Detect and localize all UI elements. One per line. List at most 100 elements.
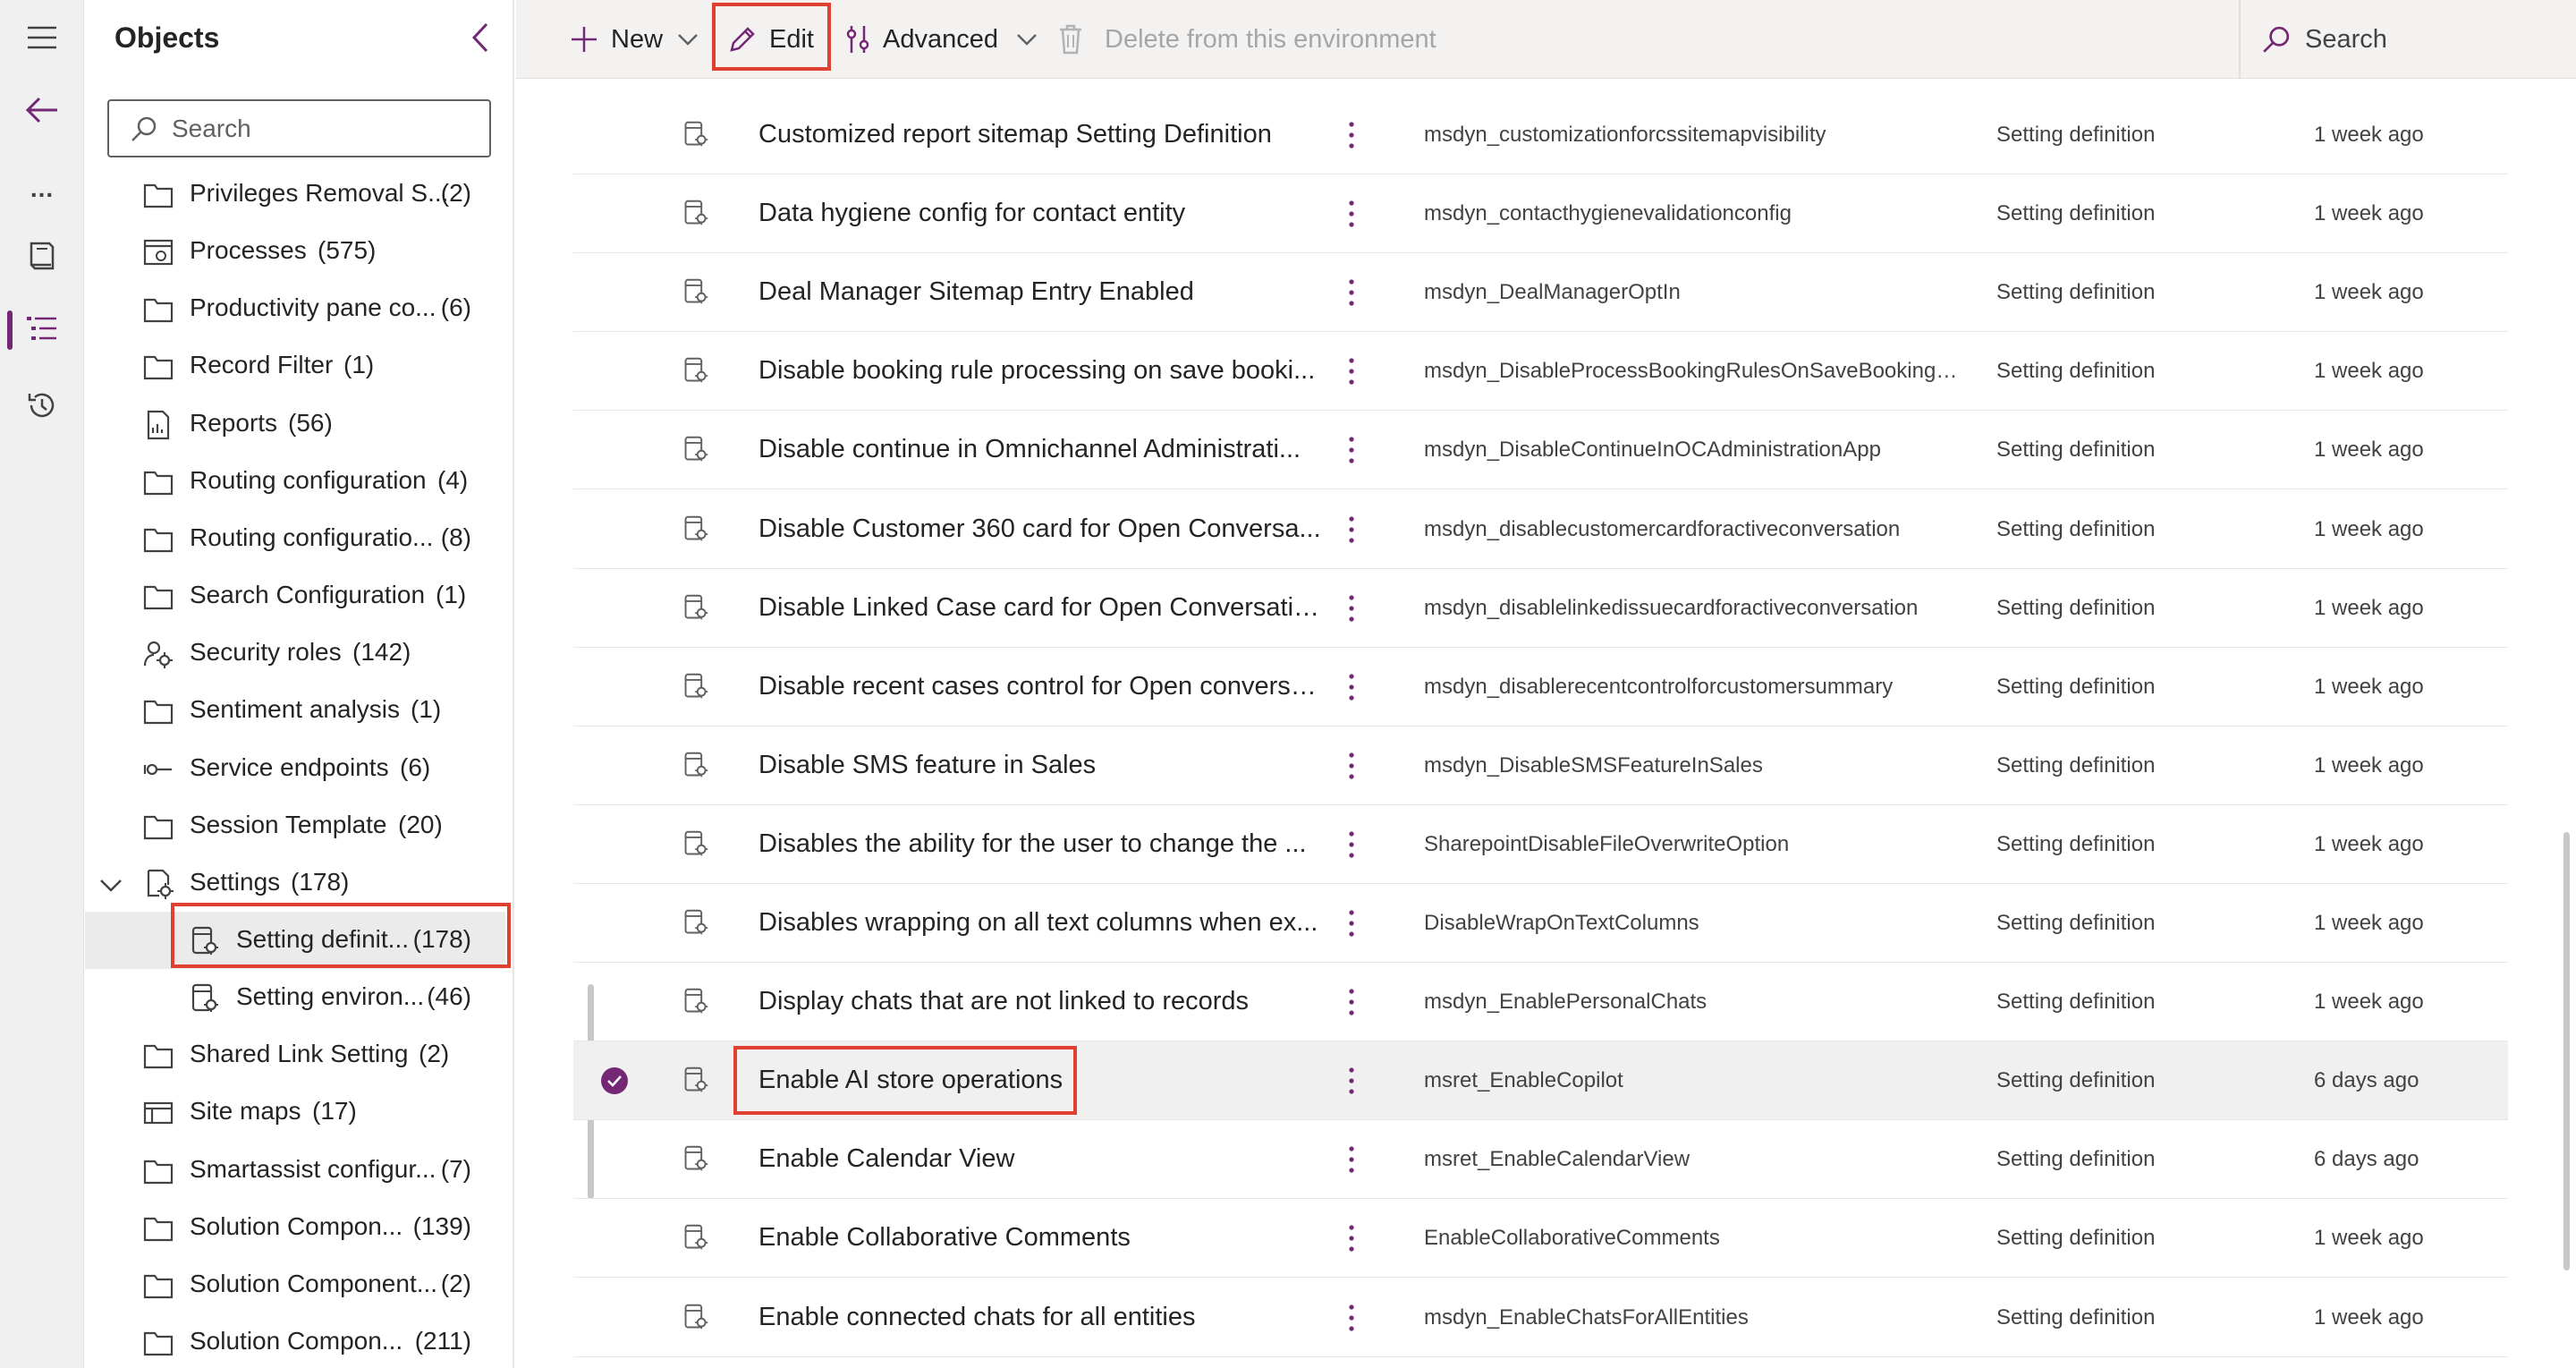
table-row[interactable]: Disables wrapping on all text columns wh…: [573, 884, 2508, 963]
more-actions-icon[interactable]: [1344, 117, 1359, 153]
more-options-button[interactable]: ...: [0, 157, 84, 221]
hamburger-menu-button[interactable]: [0, 5, 84, 70]
row-display-name[interactable]: Enable connected chats for all entities: [758, 1303, 1322, 1332]
tree-item-label: Site maps: [190, 1097, 301, 1126]
table-row[interactable]: Disable SMS feature in Sales msdyn_Disabl…: [573, 726, 2508, 805]
more-actions-icon[interactable]: [1344, 196, 1359, 232]
row-display-name[interactable]: Disables the ability for the user to cha…: [758, 829, 1322, 859]
more-actions-icon[interactable]: [1344, 905, 1359, 941]
row-display-name[interactable]: Data hygiene config for contact entity: [758, 199, 1322, 228]
tree-item[interactable]: Shared Link Setting (2): [85, 1026, 505, 1083]
table-row[interactable]: Data hygiene config for contact entity ms…: [573, 174, 2508, 254]
more-actions-icon[interactable]: [1344, 748, 1359, 784]
tree-item[interactable]: Search Configuration (1): [85, 567, 505, 625]
table-row[interactable]: Disable Customer 360 card for Open Conve…: [573, 490, 2508, 569]
row-display-name[interactable]: Disable continue in Omnichannel Administ…: [758, 435, 1322, 464]
row-display-name[interactable]: Disables wrapping on all text columns wh…: [758, 908, 1322, 938]
tree-item[interactable]: Site maps (17): [85, 1083, 505, 1141]
tree-item[interactable]: Solution Compon... (139): [85, 1199, 505, 1256]
setting-definition-icon: [682, 594, 709, 621]
row-type: Setting definition: [1996, 516, 2156, 541]
tree-item[interactable]: Routing configuration (4): [85, 453, 505, 510]
tree-item[interactable]: Solution Component... (2): [85, 1256, 505, 1313]
row-schema-name: msret_EnableCopilot: [1424, 1068, 1623, 1093]
more-actions-icon[interactable]: [1344, 827, 1359, 862]
tree-item[interactable]: Solution Compon... (211): [85, 1313, 505, 1368]
tree-item[interactable]: Setting definit... (178): [85, 911, 505, 969]
objects-search-input[interactable]: Search: [107, 99, 491, 157]
book-button[interactable]: [0, 223, 84, 287]
row-display-name[interactable]: Disable Linked Case card for Open Conver…: [758, 593, 1322, 623]
row-display-name[interactable]: Disable booking rule processing on save …: [758, 356, 1322, 386]
tree-item[interactable]: Reports (56): [85, 395, 505, 453]
tree-item[interactable]: Setting environ... (46): [85, 969, 505, 1026]
tree-item-count: (1): [411, 695, 442, 724]
table-row[interactable]: Enable AI store operations msret_EnableCo…: [573, 1041, 2508, 1121]
tree-item-count: (178): [412, 924, 471, 953]
more-actions-icon[interactable]: [1344, 669, 1359, 705]
row-checkmark-icon[interactable]: [600, 1066, 629, 1095]
table-row[interactable]: Disable continue in Omnichannel Administ…: [573, 411, 2508, 490]
tree-item[interactable]: Smartassist configur... (7): [85, 1142, 505, 1199]
tree-item[interactable]: Settings (178): [85, 854, 505, 912]
more-options-icon: ...: [30, 174, 55, 202]
more-actions-icon[interactable]: [1344, 1220, 1359, 1256]
objects-tree: Privileges Removal S... (2) Processes (575)…: [85, 166, 505, 1368]
table-row[interactable]: Enable Calendar View msret_EnableCalendar…: [573, 1120, 2508, 1200]
new-button[interactable]: New: [570, 0, 699, 79]
tree-item-count: (56): [288, 408, 333, 437]
more-actions-icon[interactable]: [1344, 1063, 1359, 1099]
grid-search-placeholder: Search: [2305, 24, 2387, 54]
history-button[interactable]: [0, 373, 84, 438]
more-actions-icon[interactable]: [1344, 1300, 1359, 1336]
row-display-name[interactable]: Enable Collaborative Comments: [758, 1223, 1322, 1253]
row-display-name[interactable]: Disable recent cases control for Open co…: [758, 672, 1322, 701]
row-type: Setting definition: [1996, 1304, 2156, 1330]
back-button[interactable]: [0, 78, 84, 142]
tree-item[interactable]: Processes (575): [85, 223, 505, 280]
row-last-modified: 1 week ago: [2314, 990, 2424, 1015]
edit-button[interactable]: Edit: [728, 0, 814, 79]
row-display-name[interactable]: Enable Calendar View: [758, 1144, 1322, 1174]
row-display-name[interactable]: Deal Manager Sitemap Entry Enabled: [758, 277, 1322, 307]
more-actions-icon[interactable]: [1344, 1142, 1359, 1177]
delete-from-environment-button[interactable]: Delete from this environment: [1058, 0, 1436, 79]
more-actions-icon[interactable]: [1344, 591, 1359, 626]
tree-item[interactable]: Security roles (142): [85, 625, 505, 682]
row-last-modified: 1 week ago: [2314, 674, 2424, 699]
table-row[interactable]: Disables the ability for the user to cha…: [573, 805, 2508, 884]
tree-item[interactable]: Productivity pane co... (6): [85, 280, 505, 337]
chevron-left-icon: [471, 22, 488, 53]
table-row[interactable]: Disable Linked Case card for Open Conver…: [573, 569, 2508, 648]
more-actions-icon[interactable]: [1344, 512, 1359, 548]
more-actions-icon[interactable]: [1344, 353, 1359, 389]
tree-item[interactable]: Service endpoints (6): [85, 740, 505, 797]
grid-search-input[interactable]: Search: [2262, 0, 2387, 79]
table-row[interactable]: Enable Collaborative Comments EnableColla…: [573, 1199, 2508, 1279]
row-display-name[interactable]: Enable AI store operations: [758, 1066, 1322, 1095]
row-display-name[interactable]: Disable SMS feature in Sales: [758, 751, 1322, 780]
object-list-button[interactable]: [0, 296, 84, 361]
more-actions-icon[interactable]: [1344, 275, 1359, 310]
table-row[interactable]: Disable booking rule processing on save …: [573, 332, 2508, 412]
advanced-button[interactable]: Advanced: [845, 0, 1038, 79]
table-row[interactable]: Deal Manager Sitemap Entry Enabled msdyn_…: [573, 253, 2508, 333]
row-display-name[interactable]: Display chats that are not linked to rec…: [758, 987, 1322, 1016]
row-display-name[interactable]: Disable Customer 360 card for Open Conve…: [758, 514, 1322, 544]
collapse-panel-button[interactable]: [461, 18, 500, 57]
tree-item[interactable]: Sentiment analysis (1): [85, 682, 505, 739]
table-row[interactable]: Enable connected chats for all entities m…: [573, 1279, 2508, 1357]
row-display-name[interactable]: Customized report sitemap Setting Defini…: [758, 120, 1322, 149]
grid-scrollbar[interactable]: [2563, 832, 2570, 1270]
table-row[interactable]: Customized report sitemap Setting Defini…: [573, 96, 2508, 174]
more-actions-icon[interactable]: [1344, 984, 1359, 1020]
chevron-down-icon[interactable]: [97, 872, 124, 899]
table-row[interactable]: Disable recent cases control for Open co…: [573, 648, 2508, 726]
table-row[interactable]: Display chats that are not linked to rec…: [573, 963, 2508, 1042]
tree-item[interactable]: Record Filter (1): [85, 337, 505, 395]
more-actions-icon[interactable]: [1344, 432, 1359, 468]
tree-item[interactable]: Routing configuratio... (8): [85, 510, 505, 567]
tree-item[interactable]: Session Template (20): [85, 797, 505, 854]
tree-item[interactable]: Privileges Removal S... (2): [85, 166, 505, 223]
row-type: Setting definition: [1996, 123, 2156, 147]
